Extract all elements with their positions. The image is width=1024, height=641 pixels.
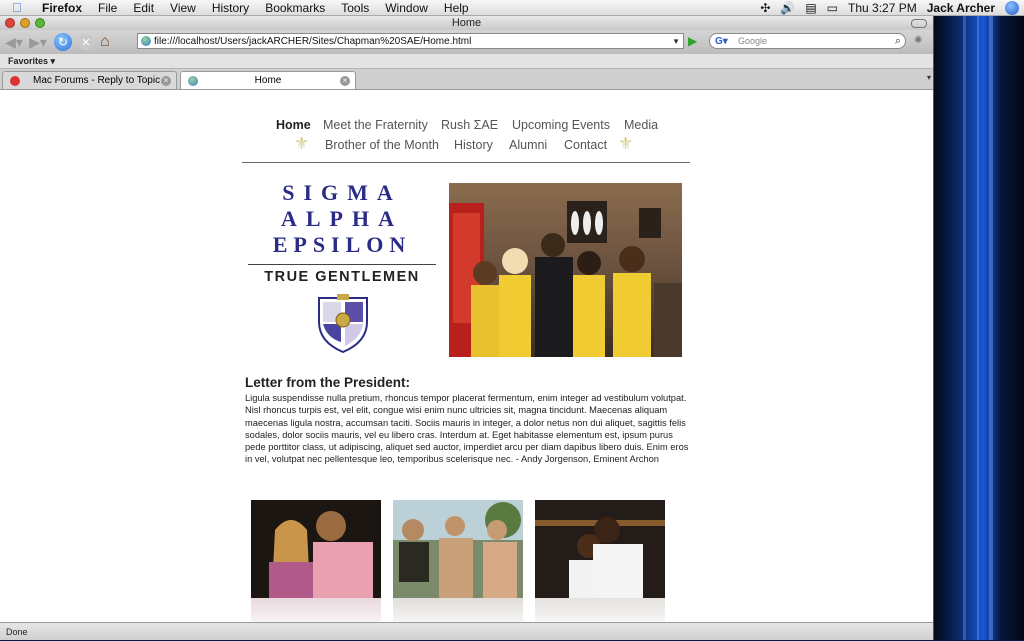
group-photo xyxy=(449,183,682,357)
nav-rush[interactable]: Rush ΣΑΕ xyxy=(441,118,498,132)
menu-edit[interactable]: Edit xyxy=(133,1,154,15)
letter-heading: Letter from the President: xyxy=(245,375,411,390)
search-icon[interactable]: ⌕ xyxy=(895,34,901,48)
coat-of-arms-crest-icon xyxy=(318,294,368,354)
volume-icon[interactable]: 🔊 xyxy=(780,1,795,15)
menu-help[interactable]: Help xyxy=(444,1,469,15)
bookmarks-toolbar: Favorites ▾ xyxy=(0,54,933,69)
search-input[interactable]: G▾ Google ⌕ xyxy=(709,33,906,49)
nav-upcoming-events[interactable]: Upcoming Events xyxy=(512,118,610,132)
google-engine-icon[interactable]: G▾ xyxy=(715,35,728,49)
logo-divider xyxy=(248,264,436,265)
logo-epsilon: EPSILON xyxy=(272,232,412,257)
address-text: file:///localhost/Users/jackARCHER/Sites… xyxy=(154,36,472,47)
tab-label: Mac Forums - Reply to Topic xyxy=(33,75,161,86)
nav-contact[interactable]: Contact xyxy=(564,138,607,152)
browser-window: Home ◀▾ ▶▾ ↻ ✕ ⌂ file:///localhost/Users… xyxy=(0,16,934,640)
nav-meet-the-fraternity[interactable]: Meet the Fraternity xyxy=(323,118,428,132)
title-bar[interactable]: Home xyxy=(0,16,933,30)
fleur-de-lis-icon: ⚜ xyxy=(618,134,634,153)
page-content: Home Meet the Fraternity Rush ΣΑΕ Upcomi… xyxy=(0,106,933,638)
logo-tagline: TRUE GENTLEMEN xyxy=(264,269,420,285)
page-globe-icon xyxy=(141,36,151,46)
go-button[interactable]: ▶ xyxy=(688,34,697,48)
status-text: Done xyxy=(6,627,28,637)
menu-view[interactable]: View xyxy=(170,1,196,15)
nav-media[interactable]: Media xyxy=(624,118,658,132)
globe-favicon-icon xyxy=(188,76,198,86)
activity-spinner-icon: ✺ xyxy=(914,35,923,46)
menu-app-name[interactable]: Firefox xyxy=(42,1,82,15)
favorites-menu[interactable]: Favorites ▾ xyxy=(8,56,55,66)
site-navigation: Home Meet the Fraternity Rush ΣΑΕ Upcomi… xyxy=(242,106,690,163)
photo-thumbnail-2[interactable] xyxy=(393,500,523,598)
tab-bar: Mac Forums - Reply to Topic × Home × ▾ xyxy=(0,69,933,90)
address-dropdown-icon[interactable]: ▼ xyxy=(672,34,680,48)
home-button[interactable]: ⌂ xyxy=(100,33,110,51)
logo-alpha: ALPHA xyxy=(281,206,403,231)
menu-tools[interactable]: Tools xyxy=(341,1,369,15)
bluetooth-icon[interactable]: ✣ xyxy=(760,1,770,15)
mac-menu-bar:  Firefox File Edit View History Bookmar… xyxy=(0,0,1024,16)
close-tab-icon[interactable]: × xyxy=(161,76,171,86)
status-bar: Done xyxy=(0,622,933,640)
fleur-de-lis-icon: ⚜ xyxy=(294,134,310,153)
menu-window[interactable]: Window xyxy=(385,1,428,15)
apple-menu-icon[interactable]:  xyxy=(12,0,28,15)
flag-icon[interactable]: ▤ xyxy=(805,1,816,15)
close-window-button[interactable] xyxy=(5,18,15,28)
tab-list-icon[interactable]: ▾ xyxy=(927,73,931,82)
forum-favicon-icon xyxy=(10,76,20,86)
photo-thumbnail-1[interactable] xyxy=(251,500,381,598)
zoom-window-button[interactable] xyxy=(35,18,45,28)
letter-body: Ligula suspendisse nulla pretium, rhoncu… xyxy=(245,393,689,465)
menu-file[interactable]: File xyxy=(98,1,117,15)
desktop-background xyxy=(933,16,1024,640)
spotlight-icon[interactable] xyxy=(1005,0,1019,15)
tab-home[interactable]: Home × xyxy=(180,71,356,89)
forward-button[interactable]: ▶▾ xyxy=(28,33,48,51)
tab-label: Home xyxy=(254,75,282,86)
logo-sigma: SIGMA xyxy=(282,180,402,205)
navigation-toolbar: ◀▾ ▶▾ ↻ ✕ ⌂ file:///localhost/Users/jack… xyxy=(0,30,933,54)
minimize-window-button[interactable] xyxy=(20,18,30,28)
back-button[interactable]: ◀▾ xyxy=(4,33,24,51)
menu-bookmarks[interactable]: Bookmarks xyxy=(265,1,325,15)
toolbar-toggle-button[interactable] xyxy=(911,19,927,28)
nav-home[interactable]: Home xyxy=(276,118,311,132)
nav-brother-of-the-month[interactable]: Brother of the Month xyxy=(325,138,439,152)
menu-history[interactable]: History xyxy=(212,1,249,15)
photo-thumbnail-3[interactable] xyxy=(535,500,665,598)
window-title: Home xyxy=(451,17,482,29)
nav-history[interactable]: History xyxy=(454,138,493,152)
address-bar[interactable]: file:///localhost/Users/jackARCHER/Sites… xyxy=(137,33,684,49)
battery-icon[interactable]: ▭ xyxy=(827,1,838,15)
close-tab-icon[interactable]: × xyxy=(340,76,350,86)
search-placeholder: Google xyxy=(738,36,768,46)
sae-logo: SIGMA ALPHA EPSILON TRUE GENTLEMEN xyxy=(246,180,438,285)
nav-alumni[interactable]: Alumni xyxy=(509,138,547,152)
reload-button[interactable]: ↻ xyxy=(54,33,72,51)
user-name[interactable]: Jack Archer xyxy=(927,1,995,15)
tab-mac-forums[interactable]: Mac Forums - Reply to Topic × xyxy=(2,71,177,89)
stop-button[interactable]: ✕ xyxy=(78,34,94,50)
clock[interactable]: Thu 3:27 PM xyxy=(848,1,917,15)
